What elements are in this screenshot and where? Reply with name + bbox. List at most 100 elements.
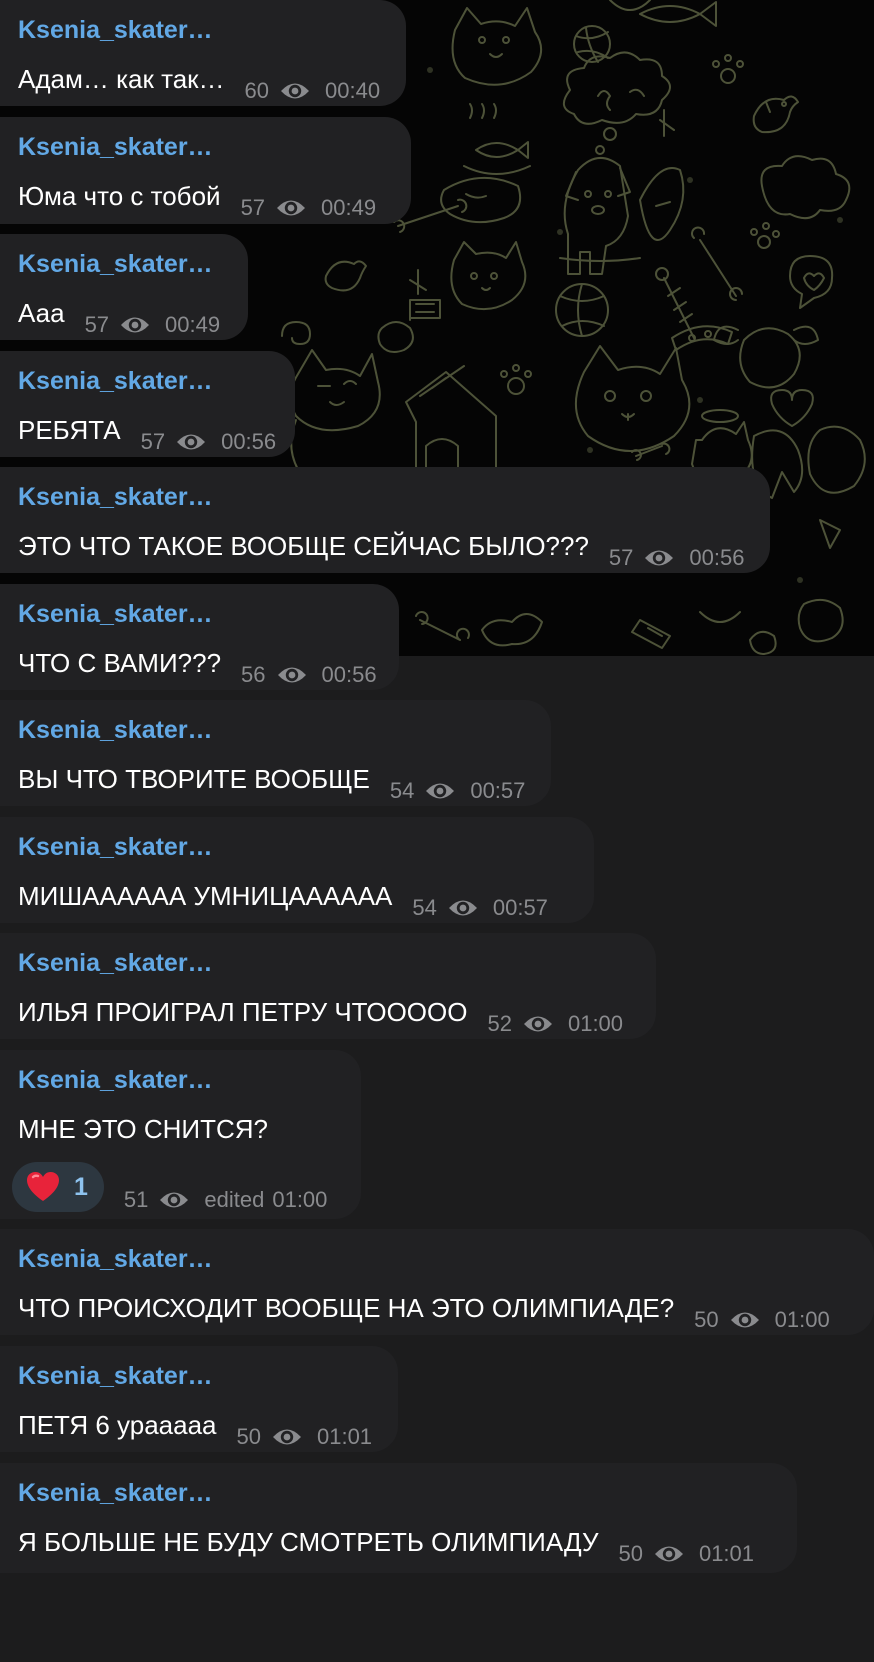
view-count: 57 bbox=[84, 312, 110, 337]
message-meta: 57 00:56 bbox=[141, 429, 291, 455]
eye-icon bbox=[175, 431, 207, 453]
eye-icon bbox=[271, 1426, 303, 1448]
message-body: ЧТО С ВАМИ??? 56 00:56 bbox=[18, 648, 399, 687]
message-meta: 52 01:00 bbox=[487, 1011, 637, 1037]
message-meta: 56 00:56 bbox=[241, 662, 391, 688]
sender-name[interactable]: Ksenia_skater… bbox=[18, 132, 411, 162]
message-time: 01:01 bbox=[698, 1541, 755, 1566]
message-text: Адам… как так… bbox=[18, 64, 225, 94]
reaction-row: 1 51 edited 01:00 bbox=[12, 1162, 361, 1212]
view-count: 60 bbox=[244, 78, 270, 103]
edited-label: edited bbox=[204, 1187, 265, 1212]
view-count: 54 bbox=[389, 778, 415, 803]
sender-name[interactable]: Ksenia_skater… bbox=[18, 599, 399, 629]
sender-name[interactable]: Ksenia_skater… bbox=[18, 1361, 398, 1391]
sender-name[interactable]: Ksenia_skater… bbox=[18, 366, 295, 396]
message-text: ИЛЬЯ ПРОИГРАЛ ПЕТРУ ЧТООООО bbox=[18, 997, 468, 1027]
eye-icon bbox=[424, 780, 456, 802]
view-count: 57 bbox=[608, 545, 634, 570]
eye-icon bbox=[275, 197, 307, 219]
eye-icon bbox=[447, 897, 479, 919]
message-text: Ааа bbox=[18, 298, 65, 328]
message-body: Юма что с тобой 57 00:49 bbox=[18, 181, 411, 220]
message-text: РЕБЯТА bbox=[18, 415, 121, 445]
message-body: Я БОЛЬШЕ НЕ БУДУ СМОТРЕТЬ ОЛИМПИАДУ 50 01:… bbox=[18, 1527, 797, 1566]
view-count: 57 bbox=[140, 429, 166, 454]
message-time: 00:56 bbox=[321, 662, 377, 687]
message-bubble[interactable]: Ksenia_skater… ИЛЬЯ ПРОИГРАЛ ПЕТРУ ЧТОООО… bbox=[0, 933, 656, 1039]
sender-name[interactable]: Ksenia_skater… bbox=[18, 832, 594, 862]
sender-name[interactable]: Ksenia_skater… bbox=[18, 1065, 361, 1095]
message-time: 00:57 bbox=[470, 778, 526, 803]
message-text: Я БОЛЬШЕ НЕ БУДУ СМОТРЕТЬ ОЛИМПИАДУ bbox=[18, 1527, 599, 1557]
message-body: ПЕТЯ 6 урааааа 50 01:01 bbox=[18, 1410, 398, 1449]
view-count: 50 bbox=[694, 1307, 719, 1332]
message-meta: 50 01:00 bbox=[694, 1307, 844, 1333]
message-bubble[interactable]: Ksenia_skater… Адам… как так… 60 00:40 bbox=[0, 0, 406, 106]
eye-icon bbox=[279, 80, 311, 102]
eye-icon bbox=[522, 1013, 554, 1035]
message-text: ЧТО С ВАМИ??? bbox=[18, 648, 222, 678]
message-bubble[interactable]: Ksenia_skater… Я БОЛЬШЕ НЕ БУДУ СМОТРЕТЬ … bbox=[0, 1463, 797, 1573]
message-time: 01:00 bbox=[272, 1187, 328, 1212]
view-count: 56 bbox=[241, 662, 266, 687]
message-bubble[interactable]: Ksenia_skater… ПЕТЯ 6 урааааа 50 01:01 bbox=[0, 1346, 398, 1452]
message-text: ПЕТЯ 6 урааааа bbox=[18, 1410, 217, 1440]
eye-icon bbox=[643, 547, 675, 569]
message-body: Адам… как так… 60 00:40 bbox=[18, 64, 406, 103]
message-bubble[interactable]: Ksenia_skater… ЧТО С ВАМИ??? 56 00:56 bbox=[0, 584, 399, 690]
message-meta: 50 01:01 bbox=[618, 1541, 768, 1567]
message-meta: 54 00:57 bbox=[412, 895, 562, 921]
message-body: Ааа 57 00:49 bbox=[18, 298, 248, 337]
eye-icon bbox=[729, 1309, 761, 1331]
message-time: 01:00 bbox=[774, 1307, 830, 1332]
message-body: ВЫ ЧТО ТВОРИТЕ ВООБЩЕ 54 00:57 bbox=[18, 764, 551, 803]
message-meta: 51 edited 01:00 bbox=[124, 1187, 342, 1213]
message-meta: 50 01:01 bbox=[237, 1424, 387, 1450]
message-body: ЭТО ЧТО ТАКОЕ ВООБЩЕ СЕЙЧАС БЫЛО??? 57 00:… bbox=[18, 531, 770, 570]
message-text: ЧТО ПРОИСХОДИТ ВООБЩЕ НА ЭТО ОЛИМПИАДЕ? bbox=[18, 1293, 675, 1323]
view-count: 50 bbox=[236, 1424, 261, 1449]
message-bubble[interactable]: Ksenia_skater… Ааа 57 00:49 bbox=[0, 234, 248, 340]
message-bubble[interactable]: Ksenia_skater… ЧТО ПРОИСХОДИТ ВООБЩЕ НА Э… bbox=[0, 1229, 874, 1335]
heart-emoji-icon bbox=[26, 1171, 60, 1203]
view-count: 57 bbox=[240, 195, 266, 220]
message-bubble[interactable]: Ksenia_skater… МИШАААААА УМНИЦАААААА 54 00:… bbox=[0, 817, 594, 923]
message-meta: 54 00:57 bbox=[390, 778, 540, 804]
message-time: 01:01 bbox=[316, 1424, 373, 1449]
message-text: Юма что с тобой bbox=[18, 181, 221, 211]
message-body: РЕБЯТА 57 00:56 bbox=[18, 415, 295, 454]
message-time: 00:56 bbox=[221, 429, 277, 454]
message-body: МНЕ ЭТО СНИТСЯ? bbox=[18, 1114, 361, 1144]
message-meta: 57 00:49 bbox=[241, 195, 391, 221]
message-bubble[interactable]: Ksenia_skater… ВЫ ЧТО ТВОРИТЕ ВООБЩЕ 54 00:… bbox=[0, 700, 551, 806]
message-time: 01:00 bbox=[567, 1011, 624, 1036]
message-time: 00:49 bbox=[165, 312, 221, 337]
reaction-chip[interactable]: 1 bbox=[12, 1162, 104, 1212]
message-bubble[interactable]: Ksenia_skater… Юма что с тобой 57 00:49 bbox=[0, 117, 411, 224]
message-body: МИШАААААА УМНИЦАААААА 54 00:57 bbox=[18, 881, 594, 920]
message-meta: 60 00:40 bbox=[245, 78, 395, 104]
message-time: 00:57 bbox=[492, 895, 548, 920]
sender-name[interactable]: Ksenia_skater… bbox=[18, 1478, 797, 1508]
message-text: МИШАААААА УМНИЦАААААА bbox=[18, 881, 393, 911]
view-count: 52 bbox=[487, 1011, 512, 1036]
eye-icon bbox=[276, 664, 308, 686]
message-time: 00:49 bbox=[321, 195, 377, 220]
message-list[interactable]: Ksenia_skater… Адам… как так… 60 00:40 Kseni… bbox=[0, 0, 874, 1662]
message-bubble[interactable]: Ksenia_skater… ЭТО ЧТО ТАКОЕ ВООБЩЕ СЕЙЧА… bbox=[0, 467, 770, 573]
view-count: 54 bbox=[412, 895, 437, 920]
sender-name[interactable]: Ksenia_skater… bbox=[18, 15, 406, 45]
message-time: 00:40 bbox=[325, 78, 381, 103]
sender-name[interactable]: Ksenia_skater… bbox=[18, 948, 656, 978]
message-text: МНЕ ЭТО СНИТСЯ? bbox=[18, 1114, 268, 1144]
sender-name[interactable]: Ksenia_skater… bbox=[18, 1244, 874, 1274]
sender-name[interactable]: Ksenia_skater… bbox=[18, 249, 248, 279]
message-bubble[interactable]: Ksenia_skater… РЕБЯТА 57 00:56 bbox=[0, 351, 295, 457]
eye-icon bbox=[158, 1189, 190, 1211]
sender-name[interactable]: Ksenia_skater… bbox=[18, 715, 551, 745]
sender-name[interactable]: Ksenia_skater… bbox=[18, 482, 770, 512]
message-text: ЭТО ЧТО ТАКОЕ ВООБЩЕ СЕЙЧАС БЫЛО??? bbox=[18, 531, 589, 561]
message-text: ВЫ ЧТО ТВОРИТЕ ВООБЩЕ bbox=[18, 764, 370, 794]
message-bubble[interactable]: Ksenia_skater… МНЕ ЭТО СНИТСЯ? 1 51 edited 01… bbox=[0, 1050, 361, 1219]
